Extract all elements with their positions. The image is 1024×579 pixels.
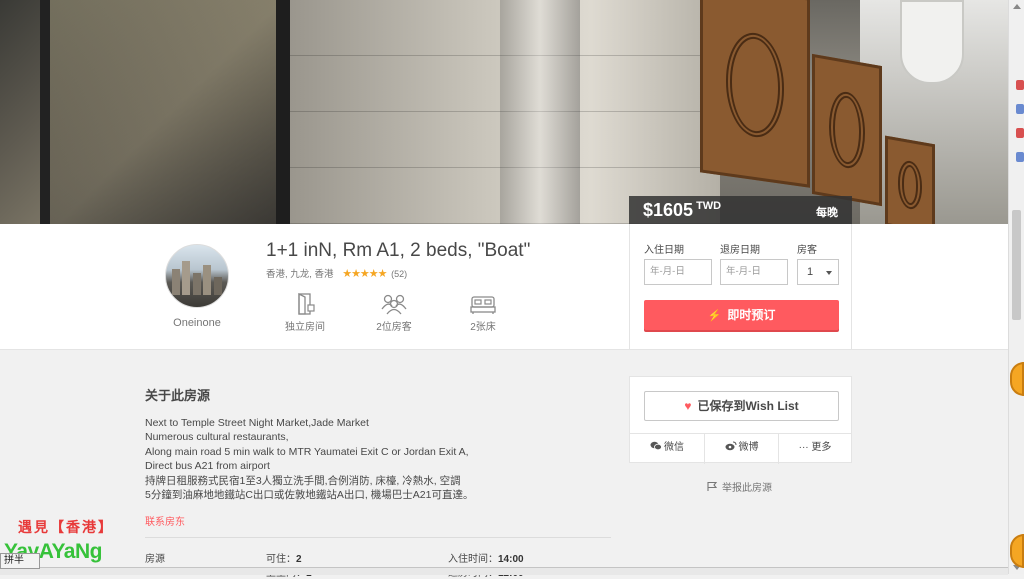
weibo-icon [725,441,736,451]
photo-window-frame [40,0,290,224]
side-chip [1016,128,1024,138]
section-divider [145,537,611,538]
description-line: Numerous cultural restaurants, [145,431,289,444]
wishlist-button[interactable]: ♥ 已保存到Wish List [644,391,839,421]
price-amount: $1605 TWD [643,200,722,220]
scrollbar-thumb[interactable] [1012,210,1021,320]
listing-location: 香港, 九龙, 香港 ★★★★★ (52) [266,266,407,280]
contact-host-link[interactable]: 联系房东 [145,513,185,528]
wechat-icon [650,441,662,451]
checkout-date-input[interactable]: 年-月-日 [720,259,788,285]
spec-checkin-time: 入住时间：14:00 [448,554,524,565]
scroll-up-icon[interactable] [1013,4,1021,9]
host-name[interactable]: Oneinone [150,317,244,329]
lightning-icon: ⚡ [707,310,722,322]
price-currency: TWD [696,200,722,212]
review-count[interactable]: (52) [391,269,407,279]
amenity-label: 2位房客 [376,322,412,333]
guests-value: 1 [807,266,814,278]
side-chip [1016,104,1024,114]
listing-hero-photo[interactable] [0,0,1008,224]
instant-book-button[interactable]: ⚡ 即时预订 [644,300,839,330]
listing-title: 1+1 inN, Rm A1, 2 beds, "Boat" [266,240,531,261]
booking-panel: 入住日期 退房日期 房客 年-月-日 年-月-日 1 ⚡ 即时预订 [629,224,852,349]
photo-pipe [900,0,964,84]
guests-icon [381,294,407,315]
wishlist-card: ♥ 已保存到Wish List 微信 微博 ··· 更多 [629,376,852,464]
about-description: Next to Temple Street Night Market,Jade … [145,416,473,502]
host-avatar[interactable] [165,244,229,308]
watermark-top-text: 遇見【香港】 [18,519,114,535]
side-chip [1016,152,1024,162]
amenity-label: 独立房间 [285,322,325,333]
door-icon [298,292,315,315]
share-weibo-button[interactable]: 微博 [705,434,778,464]
checkout-label: 退房日期 [720,245,760,256]
about-title: 关于此房源 [145,388,211,403]
side-chip [1016,80,1024,90]
guests-label: 房客 [797,245,817,256]
specs-section-label: 房源 [145,554,165,565]
share-more-button[interactable]: ··· 更多 [779,434,851,464]
rating-stars[interactable]: ★★★★★ [342,268,387,280]
ime-indicator[interactable]: 拼半 [0,553,40,569]
photo-carved-panel [885,135,935,224]
chevron-down-icon [826,271,832,275]
heart-icon: ♥ [684,399,692,413]
amenity-beds: 2张床 [448,292,518,333]
price-per-night: 每晚 [816,207,838,219]
checkin-date-input[interactable]: 年-月-日 [644,259,712,285]
guests-select[interactable]: 1 [797,259,839,285]
amenity-label: 2张床 [470,322,496,333]
photo-wall-edge [500,0,580,224]
photo-carved-panel [812,53,882,207]
description-line: Next to Temple Street Night Market,Jade … [145,417,369,429]
wishlist-label: 已保存到Wish List [697,399,799,413]
description-line: Along main road 5 min walk to MTR Yaumat… [145,445,469,458]
checkin-label: 入住日期 [644,245,684,256]
location-text[interactable]: 香港, 九龙, 香港 [266,269,334,280]
bed-icon [470,296,496,314]
price-tag: $1605 TWD 每晚 [629,196,852,224]
share-wechat-button[interactable]: 微信 [630,434,704,464]
amenity-room-type: 独立房间 [270,292,340,333]
flag-icon [707,481,718,491]
share-row: 微信 微博 ··· 更多 [630,433,851,464]
amenity-guests: 2位房客 [359,292,429,333]
spec-accommodates: 可住：2 [266,554,302,565]
description-line: 5分鐘到油麻地地鐵站C出口或佐敦地鐵站A出口, 機場巴士A21可直達。 [145,489,474,502]
instant-book-label: 即时预订 [727,308,776,322]
description-line: Direct bus A21 from airport [145,460,270,473]
report-listing-link[interactable]: 举报此房源 [706,479,772,494]
description-line: 持牌日租服務式民宿1至3人獨立洗手間,合例消防, 床檯, 冷熱水, 空調 [145,474,461,487]
photo-carved-panel [700,0,810,188]
